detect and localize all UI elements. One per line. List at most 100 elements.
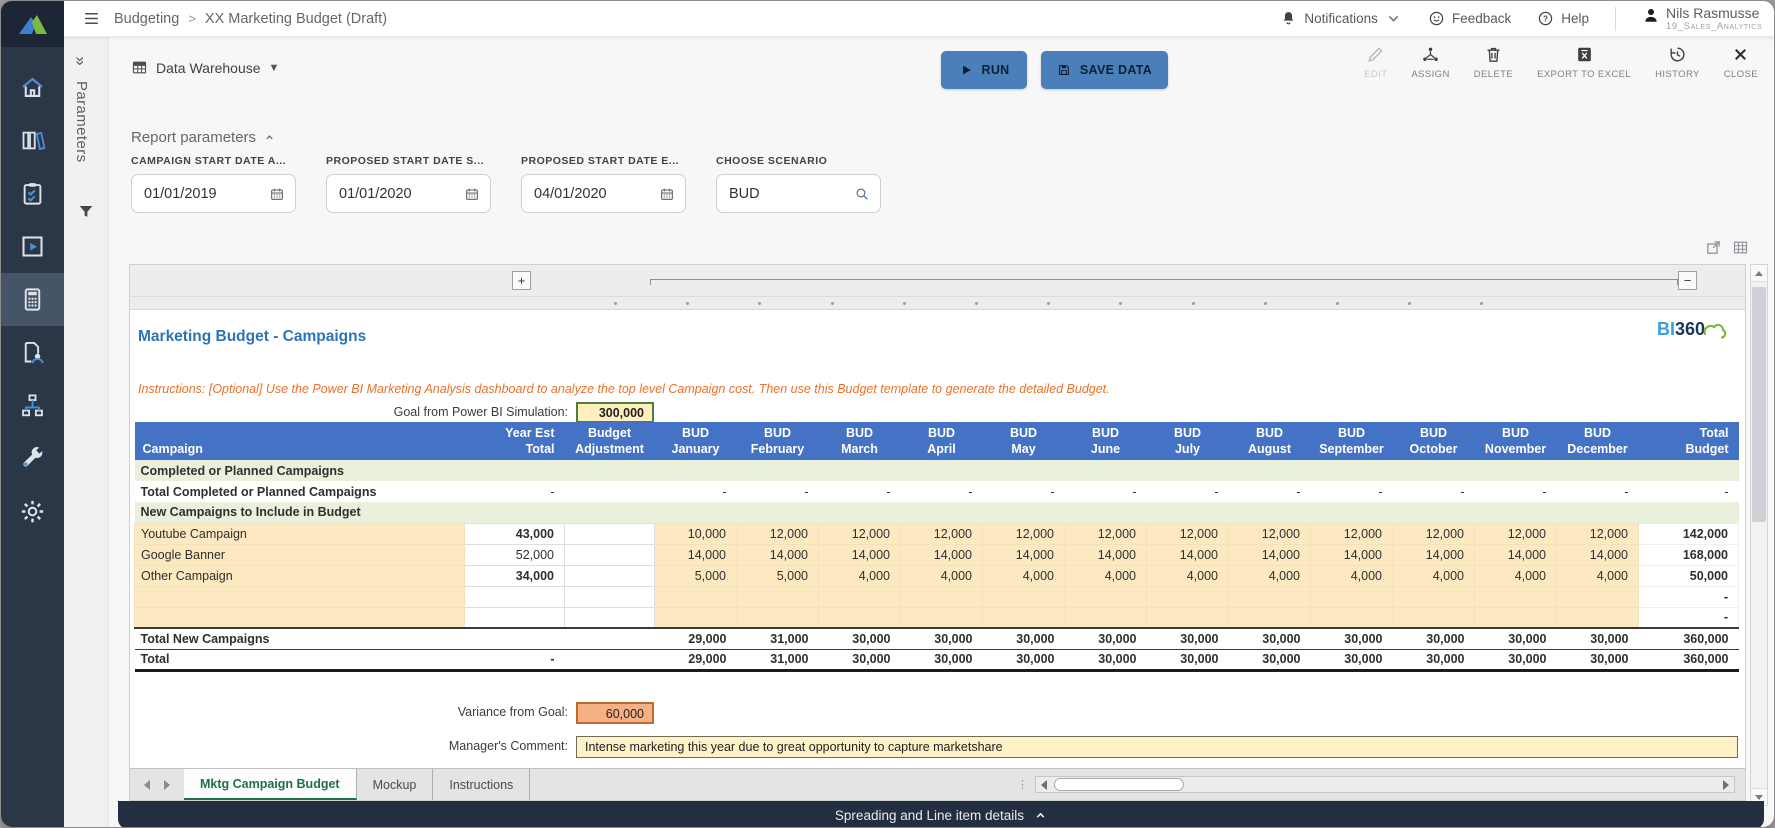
sidebar-item-assignments[interactable] — [1, 326, 64, 379]
cell[interactable]: 14,000 — [1065, 544, 1147, 565]
cell[interactable]: 4,000 — [983, 565, 1065, 586]
cell[interactable]: 12,000 — [819, 523, 901, 544]
cell[interactable] — [983, 607, 1065, 628]
assign-button[interactable]: ASSIGN — [1399, 45, 1461, 80]
cell[interactable] — [901, 586, 983, 607]
cell[interactable] — [901, 607, 983, 628]
close-button[interactable]: CLOSE — [1712, 45, 1770, 80]
cell[interactable] — [1065, 586, 1147, 607]
cell[interactable]: 12,000 — [737, 523, 819, 544]
sidebar-item-settings[interactable] — [1, 485, 64, 538]
cell[interactable]: 14,000 — [737, 544, 819, 565]
cell[interactable] — [1557, 586, 1639, 607]
run-button[interactable]: RUN — [941, 51, 1027, 89]
cell[interactable] — [465, 586, 565, 607]
cell[interactable]: 4,000 — [1557, 565, 1639, 586]
cell[interactable] — [1557, 607, 1639, 628]
cell[interactable]: 5,000 — [737, 565, 819, 586]
tab-prev-icon[interactable] — [144, 780, 150, 790]
cell[interactable]: 14,000 — [655, 544, 737, 565]
sidebar-item-library[interactable] — [1, 114, 64, 167]
user-menu[interactable]: Nils Rasmusse 19_Sales_Analytics — [1642, 6, 1772, 32]
sheet-tab-instructions[interactable]: Instructions — [433, 769, 530, 800]
notifications-button[interactable]: Notifications — [1280, 10, 1402, 27]
cell[interactable]: 5,000 — [655, 565, 737, 586]
history-button[interactable]: HISTORY — [1643, 45, 1712, 80]
cell[interactable]: 12,000 — [1393, 523, 1475, 544]
tab-next-icon[interactable] — [164, 780, 170, 790]
horizontal-scrollbar[interactable] — [1035, 776, 1735, 793]
cell[interactable]: 12,000 — [1557, 523, 1639, 544]
outline-collapse-button[interactable]: − — [1678, 271, 1697, 290]
cell[interactable]: 14,000 — [1557, 544, 1639, 565]
cell[interactable]: 14,000 — [1311, 544, 1393, 565]
cell[interactable]: 12,000 — [901, 523, 983, 544]
cell[interactable] — [655, 586, 737, 607]
cell[interactable] — [819, 607, 901, 628]
vertical-scrollbar[interactable] — [1750, 264, 1768, 806]
cell[interactable]: 14,000 — [1393, 544, 1475, 565]
filter-icon[interactable] — [77, 203, 95, 221]
cell[interactable] — [655, 607, 737, 628]
cell[interactable] — [1229, 607, 1311, 628]
horizontal-scroll-thumb[interactable] — [1054, 778, 1184, 791]
scroll-left-icon[interactable] — [1036, 777, 1052, 792]
cell[interactable] — [565, 523, 655, 544]
cell[interactable] — [1229, 586, 1311, 607]
comment-input-cell[interactable]: Intense marketing this year due to great… — [576, 736, 1738, 758]
export-to-excel-button[interactable]: EXPORT TO EXCEL — [1525, 45, 1643, 80]
cell[interactable] — [1147, 586, 1229, 607]
vertical-scroll-thumb[interactable] — [1752, 287, 1766, 522]
cell[interactable]: 14,000 — [901, 544, 983, 565]
scroll-right-icon[interactable] — [1718, 777, 1734, 792]
cell[interactable]: 52,000 — [465, 544, 565, 565]
cell[interactable]: 12,000 — [1311, 523, 1393, 544]
sidebar-item-process-flow[interactable] — [1, 379, 64, 432]
cell[interactable] — [1475, 586, 1557, 607]
scroll-splitter-handle[interactable]: ⋮ — [1011, 769, 1035, 800]
sidebar-item-admin-tools[interactable] — [1, 432, 64, 485]
cell[interactable]: 4,000 — [1229, 565, 1311, 586]
param-field-input[interactable]: 01/01/2019 — [131, 174, 296, 213]
open-in-window-icon[interactable] — [1705, 239, 1722, 256]
cell[interactable] — [1393, 586, 1475, 607]
sidebar-item-tasks[interactable] — [1, 167, 64, 220]
param-field-input[interactable]: BUD — [716, 174, 881, 213]
help-button[interactable]: ? Help — [1537, 10, 1589, 27]
cell[interactable]: 14,000 — [819, 544, 901, 565]
cell[interactable] — [737, 586, 819, 607]
cell[interactable] — [565, 586, 655, 607]
cell[interactable]: 4,000 — [1147, 565, 1229, 586]
cell[interactable]: 4,000 — [1065, 565, 1147, 586]
cell[interactable]: 14,000 — [1147, 544, 1229, 565]
cell[interactable]: 14,000 — [1475, 544, 1557, 565]
outline-expand-button[interactable]: + — [512, 271, 531, 290]
cell[interactable]: 4,000 — [1475, 565, 1557, 586]
cell[interactable] — [819, 586, 901, 607]
expand-panel-icon[interactable]: » — [71, 56, 91, 65]
cell[interactable] — [1393, 607, 1475, 628]
sheet-tab-mktg-campaign-budget[interactable]: Mktg Campaign Budget — [184, 769, 357, 800]
app-logo[interactable] — [1, 1, 64, 47]
sidebar-item-budgeting[interactable] — [1, 273, 64, 326]
cell[interactable]: 12,000 — [983, 523, 1065, 544]
menu-icon[interactable] — [80, 8, 102, 30]
cell[interactable]: 14,000 — [1229, 544, 1311, 565]
cell[interactable]: 12,000 — [1065, 523, 1147, 544]
save-data-button[interactable]: SAVE DATA — [1041, 51, 1168, 89]
cell[interactable]: 12,000 — [1475, 523, 1557, 544]
cell[interactable]: 4,000 — [1311, 565, 1393, 586]
cell[interactable]: 4,000 — [1393, 565, 1475, 586]
cell[interactable]: 4,000 — [901, 565, 983, 586]
param-field-input[interactable]: 01/01/2020 — [326, 174, 491, 213]
grid-view-icon[interactable] — [1732, 239, 1749, 256]
cell[interactable] — [1475, 607, 1557, 628]
cell[interactable] — [1147, 607, 1229, 628]
cell[interactable] — [737, 607, 819, 628]
param-field-input[interactable]: 04/01/2020 — [521, 174, 686, 213]
spreading-details-bar[interactable]: Spreading and Line item details — [118, 801, 1764, 828]
data-source-selector[interactable]: Data Warehouse ▼ — [131, 59, 279, 76]
cell[interactable] — [1311, 607, 1393, 628]
cell[interactable] — [565, 565, 655, 586]
cell[interactable]: 4,000 — [819, 565, 901, 586]
